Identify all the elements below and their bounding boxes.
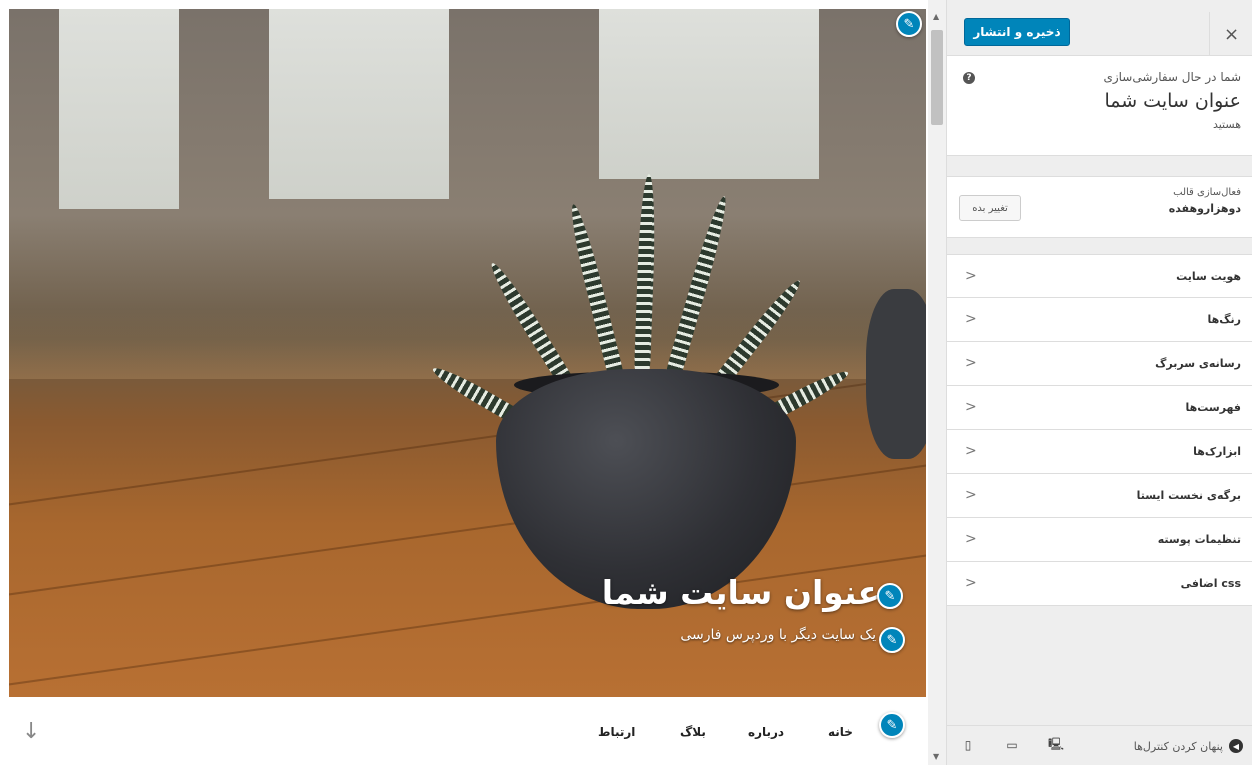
site-title: عنوان سایت شما bbox=[601, 573, 880, 612]
hide-controls-button[interactable]: ◀ پنهان کردن کنترل‌ها bbox=[1134, 739, 1243, 753]
mobile-icon[interactable]: ▯ bbox=[961, 738, 975, 752]
site-preview: ✎ عنوان سایت شما ✎ یک سایت دیگر با وردپر… bbox=[0, 0, 928, 765]
chevron-left-icon: < bbox=[965, 355, 977, 371]
chevron-left-icon: < bbox=[965, 531, 977, 547]
menu-item-label: css اضافی bbox=[1180, 577, 1241, 590]
menu-item-label: رنگ‌ها bbox=[1207, 313, 1241, 326]
customizing-info: شما در حال سفارشی‌سازی عنوان سایت شما هس… bbox=[947, 56, 1252, 156]
site-tagline: یک سایت دیگر با وردپرس فارسی bbox=[680, 627, 876, 643]
menu-item-static-front-page[interactable]: برگه‌ی نخست ایستا < bbox=[947, 474, 1252, 518]
desktop-icon[interactable]: 🖳 bbox=[1048, 737, 1064, 752]
menu-item-label: تنظیمات پوسته bbox=[1157, 533, 1241, 546]
menu-item-colors[interactable]: رنگ‌ها < bbox=[947, 298, 1252, 342]
nav-item-blog[interactable]: بلاگ bbox=[680, 725, 706, 739]
menu-item-menus[interactable]: فهرست‌ها < bbox=[947, 386, 1252, 430]
pencil-icon[interactable]: ✎ bbox=[879, 712, 905, 738]
pencil-icon[interactable]: ✎ bbox=[896, 11, 922, 37]
menu-item-label: رسانه‌ی سربرگ bbox=[1155, 357, 1241, 370]
background-window bbox=[59, 9, 179, 209]
background-window bbox=[599, 9, 819, 179]
arrow-down-icon[interactable]: ↓ bbox=[22, 719, 40, 744]
menu-item-label: فهرست‌ها bbox=[1185, 401, 1241, 414]
hide-controls-label: پنهان کردن کنترل‌ها bbox=[1133, 739, 1223, 753]
menu-item-additional-css[interactable]: css اضافی < bbox=[947, 562, 1252, 606]
menu-item-site-identity[interactable]: هویت سایت < bbox=[947, 254, 1252, 298]
background-plant bbox=[866, 289, 926, 459]
chevron-left-icon: < bbox=[965, 575, 977, 591]
menu-item-widgets[interactable]: ابزارک‌ها < bbox=[947, 430, 1252, 474]
help-icon[interactable]: ? bbox=[963, 72, 975, 84]
menu-item-theme-options[interactable]: تنظیمات پوسته < bbox=[947, 518, 1252, 562]
close-icon[interactable]: × bbox=[1209, 12, 1252, 56]
menu-item-label: ابزارک‌ها bbox=[1193, 445, 1241, 458]
menu-item-label: هویت سایت bbox=[1176, 269, 1241, 283]
change-theme-button[interactable]: تغییر بده bbox=[959, 195, 1021, 221]
scrollbar-thumb[interactable] bbox=[931, 30, 943, 125]
pencil-icon[interactable]: ✎ bbox=[879, 627, 905, 653]
nav-item-home[interactable]: خانه bbox=[828, 725, 853, 739]
info-post-text: هستید bbox=[1212, 118, 1241, 131]
table-edge bbox=[9, 309, 926, 379]
theme-section: فعال‌سازی قالب دوهزاروهفده تغییر بده bbox=[947, 176, 1252, 238]
chevron-left-icon: < bbox=[965, 268, 977, 284]
scroll-down-icon[interactable]: ▼ bbox=[933, 752, 939, 761]
tablet-icon[interactable]: ▭ bbox=[1005, 738, 1019, 752]
info-pre-text: شما در حال سفارشی‌سازی bbox=[1103, 70, 1241, 84]
chevron-left-icon: < bbox=[965, 443, 977, 459]
chevron-left-icon: < bbox=[965, 487, 977, 503]
customizer-sidebar: × ذخیره و انتشار شما در حال سفارشی‌سازی … bbox=[946, 0, 1252, 765]
scroll-up-icon[interactable]: ▲ bbox=[933, 12, 939, 21]
sidebar-header: × ذخیره و انتشار bbox=[947, 0, 1252, 56]
sidebar-footer: ◀ پنهان کردن کنترل‌ها 🖳 ▭ ▯ bbox=[947, 725, 1252, 765]
nav-item-contact[interactable]: ارتباط bbox=[598, 725, 635, 739]
nav-item-about[interactable]: درباره bbox=[748, 725, 784, 739]
preview-scrollbar[interactable]: ▲ ▼ bbox=[928, 0, 946, 765]
customizer-menu: هویت سایت < رنگ‌ها < رسانه‌ی سربرگ < فهرست‌… bbox=[947, 254, 1252, 606]
menu-item-label: برگه‌ی نخست ایستا bbox=[1136, 489, 1241, 502]
save-publish-button[interactable]: ذخیره و انتشار bbox=[964, 18, 1070, 46]
info-site-title: عنوان سایت شما bbox=[1104, 90, 1241, 112]
pencil-icon[interactable]: ✎ bbox=[877, 583, 903, 609]
customizer-window: ✎ عنوان سایت شما ✎ یک سایت دیگر با وردپر… bbox=[0, 0, 1252, 765]
chevron-left-icon: < bbox=[965, 399, 977, 415]
main-navigation: ✎ خانه درباره بلاگ ارتباط ↓ bbox=[0, 697, 928, 765]
chevron-left-icon: < bbox=[965, 311, 977, 327]
menu-item-header-media[interactable]: رسانه‌ی سربرگ < bbox=[947, 342, 1252, 386]
collapse-icon: ◀ bbox=[1229, 739, 1243, 753]
background-window bbox=[269, 9, 449, 199]
